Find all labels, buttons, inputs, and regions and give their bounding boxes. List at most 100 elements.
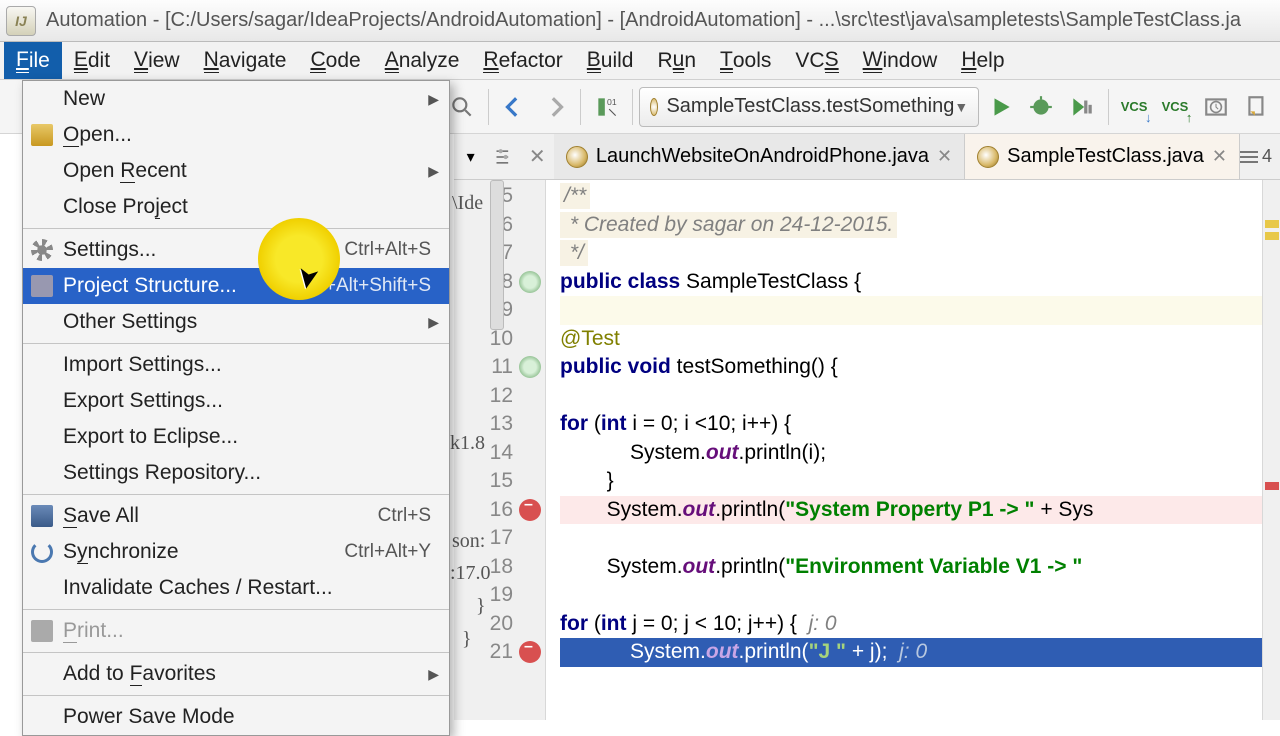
menu-edit[interactable]: Edit xyxy=(62,42,122,79)
menu-item-label: Synchronize xyxy=(63,540,179,564)
code-line[interactable]: @Test xyxy=(560,325,1280,354)
code-area[interactable]: /** * Created by sagar on 24-12-2015. */… xyxy=(546,180,1280,720)
editor-tabs: ▾ ✕ LaunchWebsiteOnAndroidPhone.java✕Sam… xyxy=(454,134,1280,180)
tab-collapse-icon[interactable]: ▾ xyxy=(454,138,487,176)
menu-item-synchronize[interactable]: Synchronize Ctrl+Alt+Y xyxy=(23,534,449,570)
menu-item-label: Power Save Mode xyxy=(63,705,235,729)
menu-analyze[interactable]: Analyze xyxy=(373,42,472,79)
run-config-selector[interactable]: SampleTestClass.testSomething ▼ xyxy=(639,87,979,127)
bg-fragment: \Ide xyxy=(452,192,483,215)
menu-tools[interactable]: Tools xyxy=(708,42,783,79)
menu-item-invalidate-caches-restart[interactable]: Invalidate Caches / Restart... xyxy=(23,570,449,606)
menu-item-project-structure[interactable]: Project Structure...Ctrl+Alt+Shift+S xyxy=(23,268,449,304)
menu-item-label: Other Settings xyxy=(63,310,197,334)
bg-fragment: son: xyxy=(452,530,485,553)
menu-item-save-all[interactable]: Save AllCtrl+S xyxy=(23,498,449,534)
chevron-down-icon: ▼ xyxy=(954,99,968,115)
code-line[interactable] xyxy=(560,524,1280,553)
vcs-commit-icon[interactable]: VCS↑ xyxy=(1156,87,1195,127)
run-coverage-icon[interactable] xyxy=(1063,87,1102,127)
menu-build[interactable]: Build xyxy=(575,42,646,79)
line-number: 12 xyxy=(454,382,545,411)
code-line[interactable]: System.out.println(i); xyxy=(560,439,1280,468)
tab-count: 4 xyxy=(1262,146,1272,167)
code-line[interactable] xyxy=(560,382,1280,411)
menu-item-add-to-favorites[interactable]: Add to Favorites▶ xyxy=(23,656,449,692)
coverage-icon[interactable]: 01 xyxy=(587,87,626,127)
tab-settings-icon[interactable] xyxy=(487,138,520,176)
menu-item-label: Project Structure... xyxy=(63,274,237,298)
menu-vcs[interactable]: VCS xyxy=(783,42,850,79)
shortcut-label: Ctrl+Alt+Y xyxy=(344,541,431,563)
menu-item-label: New xyxy=(63,87,105,111)
menu-item-settings-repository[interactable]: Settings Repository... xyxy=(23,455,449,491)
history-icon[interactable] xyxy=(1196,87,1235,127)
menu-item-open-recent[interactable]: Open Recent▶ xyxy=(23,153,449,189)
menu-item-close-project[interactable]: Close Project xyxy=(23,189,449,225)
back-icon[interactable] xyxy=(495,87,534,127)
forward-icon[interactable] xyxy=(535,87,574,127)
menu-item-label: Settings... xyxy=(63,238,156,262)
bg-fragment: } xyxy=(476,595,486,618)
menu-item-other-settings[interactable]: Other Settings ▶ xyxy=(23,304,449,340)
menu-window[interactable]: Window xyxy=(851,42,950,79)
submenu-arrow-icon: ▶ xyxy=(428,314,439,331)
code-line[interactable] xyxy=(560,581,1280,610)
code-line[interactable]: for (int i = 0; i <10; i++) { xyxy=(560,410,1280,439)
submenu-arrow-icon: ▶ xyxy=(428,666,439,683)
menu-item-power-save-mode[interactable]: Power Save Mode xyxy=(23,699,449,735)
menu-item-settings[interactable]: Settings... Ctrl+Alt+S xyxy=(23,232,449,268)
error-stripe[interactable] xyxy=(1262,180,1280,720)
menu-view[interactable]: View xyxy=(122,42,192,79)
folder-icon xyxy=(31,124,53,146)
close-icon[interactable]: ✕ xyxy=(1212,146,1227,167)
menu-item-open[interactable]: Open... xyxy=(23,117,449,153)
close-icon[interactable]: ✕ xyxy=(521,138,554,176)
bg-fragment: } xyxy=(462,628,472,651)
menu-code[interactable]: Code xyxy=(298,42,372,79)
code-line[interactable]: for (int j = 0; j < 10; j++) { j: 0 xyxy=(560,610,1280,639)
bg-fragment: :17.0 xyxy=(450,562,491,585)
shortcut-label: Ctrl+Alt+S xyxy=(344,239,431,261)
lines-icon[interactable] xyxy=(1240,156,1258,158)
run-icon[interactable] xyxy=(981,87,1020,127)
menu-item-import-settings[interactable]: Import Settings... xyxy=(23,347,449,383)
refresh-icon xyxy=(519,271,541,293)
code-line[interactable]: System.out.println("System Property P1 -… xyxy=(560,496,1280,525)
code-line[interactable] xyxy=(560,296,1280,325)
line-number: 19 xyxy=(454,581,545,610)
menu-navigate[interactable]: Navigate xyxy=(192,42,299,79)
menu-file[interactable]: File xyxy=(4,42,62,79)
code-line[interactable]: public void testSomething() { xyxy=(560,353,1280,382)
code-line[interactable]: System.out.println("Environment Variable… xyxy=(560,553,1280,582)
code-line[interactable]: /** xyxy=(560,182,1280,211)
code-line[interactable]: } xyxy=(560,467,1280,496)
close-icon[interactable]: ✕ xyxy=(937,146,952,167)
print-icon xyxy=(31,620,53,642)
vertical-scrollbar[interactable] xyxy=(490,180,504,330)
code-line[interactable]: public class SampleTestClass { xyxy=(560,268,1280,297)
code-line[interactable]: */ xyxy=(560,239,1280,268)
sync-icon xyxy=(31,541,53,563)
menu-item-export-settings[interactable]: Export Settings... xyxy=(23,383,449,419)
code-line[interactable]: * Created by sagar on 24-12-2015. xyxy=(560,211,1280,240)
vcs-update-icon[interactable]: VCS↓ xyxy=(1115,87,1154,127)
menu-help[interactable]: Help xyxy=(949,42,1016,79)
menu-run[interactable]: Run xyxy=(646,42,709,79)
save-icon xyxy=(31,505,53,527)
title-bar: IJ Automation - [C:/Users/sagar/IdeaProj… xyxy=(0,0,1280,42)
menu-item-label: Settings Repository... xyxy=(63,461,261,485)
menu-refactor[interactable]: Refactor xyxy=(471,42,574,79)
menu-item-export-to-eclipse[interactable]: Export to Eclipse... xyxy=(23,419,449,455)
bg-fragment: k1.8 xyxy=(450,432,485,455)
code-line[interactable]: System.out.println("J " + j); j: 0 xyxy=(560,638,1280,667)
java-file-icon xyxy=(566,146,588,168)
menu-item-new[interactable]: New▶ xyxy=(23,81,449,117)
menu-item-label: Export Settings... xyxy=(63,389,223,413)
debug-icon[interactable] xyxy=(1022,87,1061,127)
revert-icon[interactable] xyxy=(1237,87,1276,127)
editor-tab[interactable]: LaunchWebsiteOnAndroidPhone.java✕ xyxy=(554,134,965,179)
menu-item-label: Open Recent xyxy=(63,159,187,183)
code-editor[interactable]: 56789101112131415161718192021 /** * Crea… xyxy=(454,180,1280,720)
editor-tab[interactable]: SampleTestClass.java✕ xyxy=(965,134,1240,179)
